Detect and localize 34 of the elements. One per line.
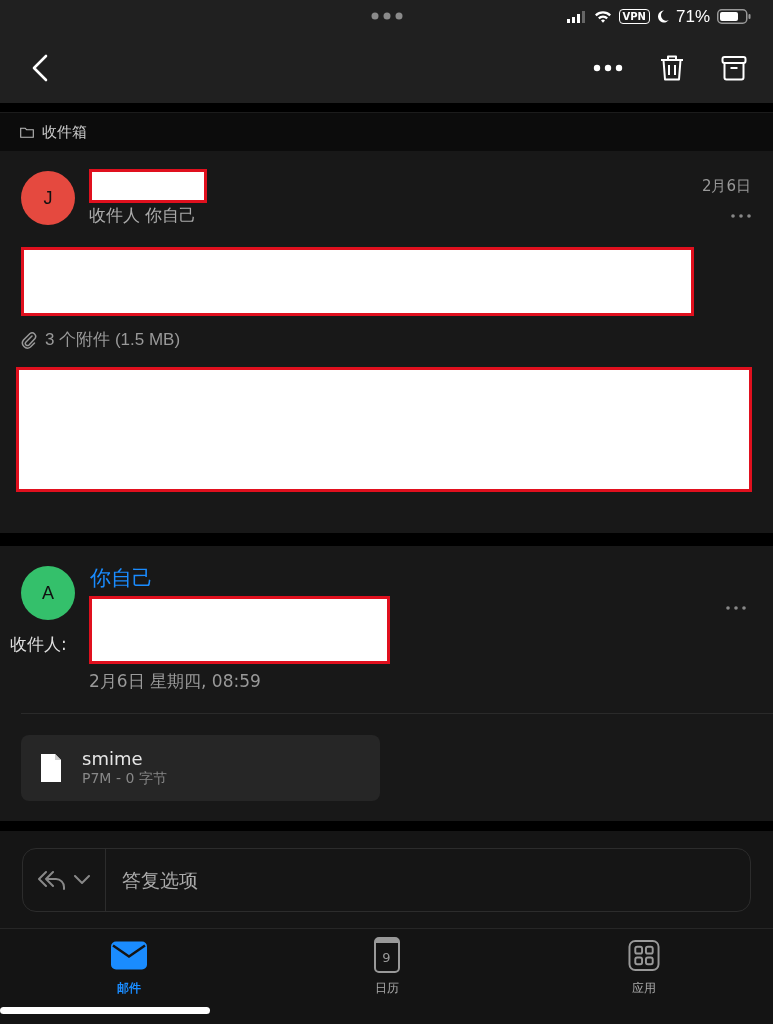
- wifi-icon: [593, 10, 612, 23]
- archive-icon[interactable]: [721, 55, 747, 81]
- apps-icon: [628, 940, 661, 971]
- battery-icon: [717, 9, 751, 24]
- battery-percent: 71%: [675, 6, 710, 27]
- attachment-card[interactable]: smime P7M - 0 字节: [21, 735, 380, 801]
- file-meta: P7M - 0 字节: [82, 770, 167, 788]
- file-name: smime: [82, 748, 144, 769]
- attachment-count[interactable]: 3 个附件 (1.5 MB): [45, 328, 181, 351]
- back-icon[interactable]: [32, 54, 48, 82]
- paperclip-icon: [21, 330, 37, 349]
- sender-name[interactable]: 你自己: [90, 564, 153, 592]
- more-icon[interactable]: [593, 64, 623, 72]
- tab[interactable]: 9 日历: [257, 929, 516, 1024]
- folder-icon: [20, 126, 34, 138]
- tab[interactable]: 邮件: [0, 929, 258, 1024]
- message-date: 2月6日: [701, 177, 751, 196]
- avatar: A: [21, 566, 75, 620]
- avatar: J: [21, 171, 75, 225]
- chevron-down-icon[interactable]: [74, 875, 90, 884]
- file-icon: [40, 753, 62, 783]
- recipient-line: 收件人 你自己: [89, 204, 198, 227]
- reply-all-icon[interactable]: [38, 869, 66, 890]
- calendar-icon: 9: [373, 937, 400, 973]
- moon-icon: [656, 10, 669, 23]
- tab[interactable]: 应用: [515, 929, 773, 1024]
- signal-icon: [566, 10, 587, 23]
- vpn-badge: VPN: [618, 9, 650, 24]
- message-datetime: 2月6日 星期四, 08:59: [89, 670, 262, 693]
- multitask-icon[interactable]: [371, 12, 403, 20]
- folder-name[interactable]: 收件箱: [42, 122, 87, 142]
- recipient-label: 收件人:: [10, 633, 68, 656]
- trash-icon[interactable]: [659, 54, 685, 82]
- mail-icon: [110, 940, 147, 971]
